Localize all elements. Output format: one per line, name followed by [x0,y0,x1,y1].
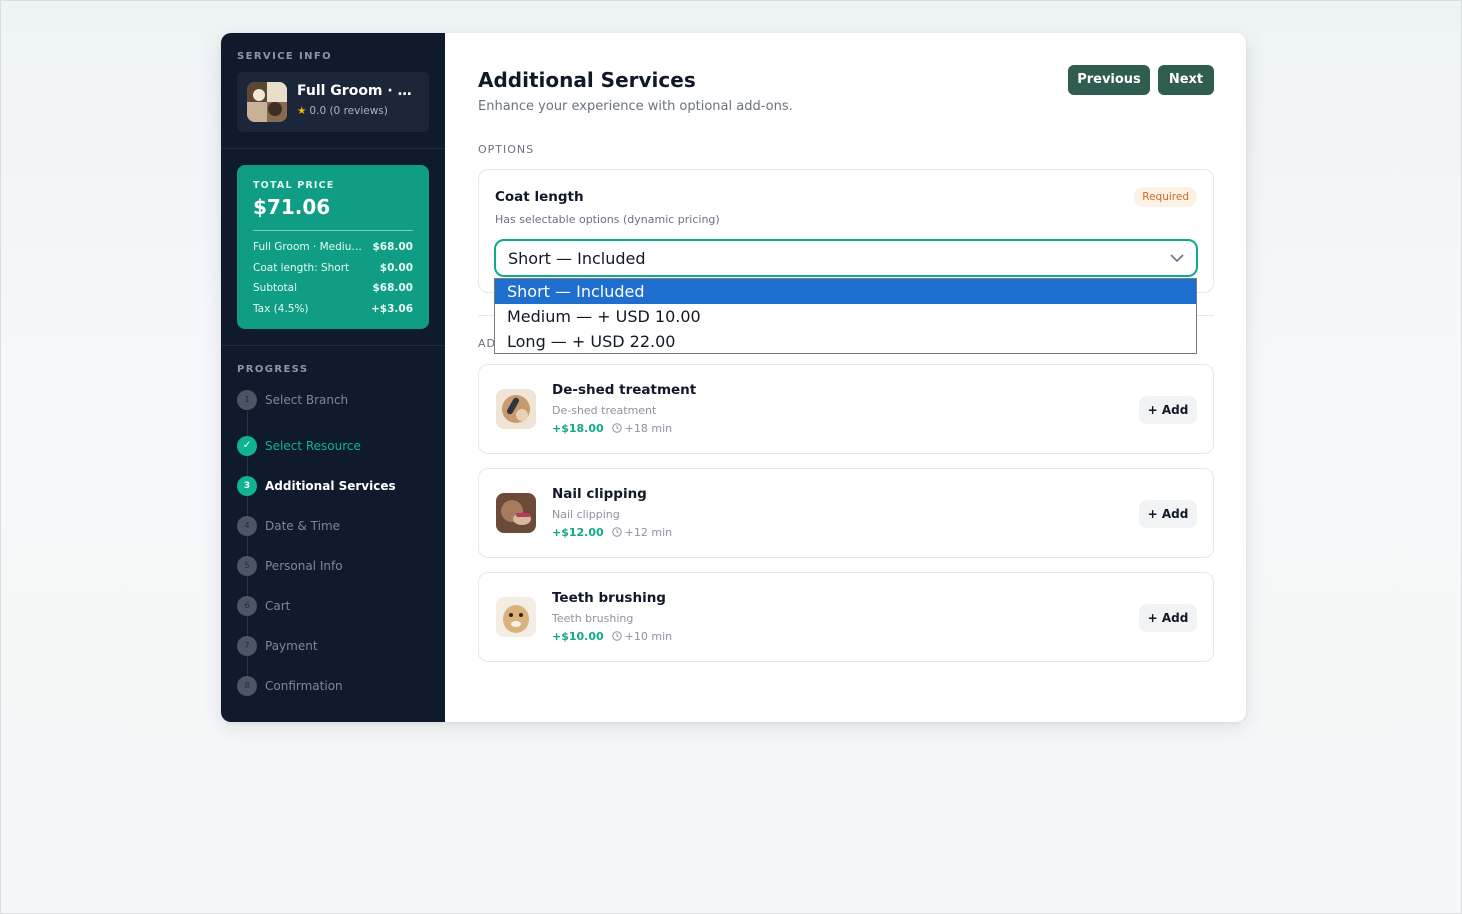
addon-duration: +10 min [624,630,673,643]
step-number: 4 [237,516,257,536]
step-select-resource[interactable]: ✓ Select Resource [237,436,437,456]
coat-length-option: Coat length Has selectable options (dyna… [478,169,1214,293]
step-label: Select Resource [265,439,361,453]
addon-card-teeth-brushing: Teeth brushing Teeth brushing +$10.00 +10… [478,572,1214,662]
addon-thumbnail [496,597,536,637]
step-personal-info[interactable]: 5 Personal Info [237,556,437,576]
add-deshed-button[interactable]: + Add [1139,396,1197,424]
page-title: Additional Services [478,68,696,92]
step-number: 7 [237,636,257,656]
select-value: Short — Included [508,249,646,268]
next-button[interactable]: Next [1158,65,1214,95]
addon-price: +$12.00 [552,526,604,539]
step-select-branch[interactable]: 1 Select Branch [237,390,437,410]
addon-name: Teeth brushing [552,590,666,606]
service-thumbnail [247,82,287,122]
step-number: 8 [237,676,257,696]
step-number: 5 [237,556,257,576]
addon-name: Nail clipping [552,486,647,502]
booking-card: SERVICE INFO Full Groom · Me... ★0.0 (0 … [221,33,1246,722]
price-line-value: $0.00 [379,262,413,274]
addon-thumbnail [496,493,536,533]
price-separator [253,230,413,231]
add-nail-clipping-button[interactable]: + Add [1139,500,1197,528]
step-cart[interactable]: 6 Cart [237,596,437,616]
service-info-label: SERVICE INFO [237,51,333,62]
check-icon: ✓ [237,436,257,456]
step-date-time[interactable]: 4 Date & Time [237,516,437,536]
page-subtitle: Enhance your experience with optional ad… [478,99,793,114]
dropdown-option[interactable]: Short — Included [495,279,1196,304]
step-number: 3 [237,476,257,496]
addon-price: +$18.00 [552,422,604,435]
total-price-value: $71.06 [253,195,331,219]
step-label: Cart [265,599,291,613]
step-label: Additional Services [265,479,396,493]
progress-label: PROGRESS [237,364,309,375]
addon-meta: +$18.00 +18 min [552,422,672,435]
coat-length-select[interactable]: Short — Included [494,239,1198,277]
addon-meta: +$10.00 +10 min [552,630,672,643]
chevron-down-icon [1170,254,1184,263]
service-rating: ★ 0.0 (0 reviews) [297,105,388,117]
step-payment[interactable]: 7 Payment [237,636,437,656]
step-label: Select Branch [265,393,349,407]
addon-price: +$10.00 [552,630,604,643]
total-price-label: TOTAL PRICE [253,180,335,191]
addon-meta: +$12.00 +12 min [552,526,672,539]
service-summary: Full Groom · Me... ★0.0 (0 reviews) [237,72,429,132]
clock-icon [611,423,622,433]
price-line-label: Subtotal [253,282,297,294]
step-label: Personal Info [265,559,343,573]
addon-card-nail-clipping: Nail clipping Nail clipping +$12.00 +12 m… [478,468,1214,558]
step-number: 6 [237,596,257,616]
step-number: 1 [237,390,257,410]
price-line-value: $68.00 [372,282,413,294]
sidebar-divider [221,148,445,149]
step-label: Payment [265,639,318,653]
addon-description: Teeth brushing [552,612,634,625]
star-icon: ★ [297,105,307,117]
dropdown-option[interactable]: Long — + USD 22.00 [495,329,1196,354]
addon-description: De-shed treatment [552,404,657,417]
addon-duration: +18 min [624,422,673,435]
addon-name: De-shed treatment [552,382,697,398]
sidebar-divider [221,345,445,346]
clock-icon [611,527,622,537]
step-confirmation[interactable]: 8 Confirmation [237,676,437,696]
options-section-label: OPTIONS [478,143,535,156]
service-name: Full Groom · Me... [297,83,419,99]
addon-description: Nail clipping [552,508,620,521]
addon-duration: +12 min [624,526,673,539]
price-line-label: Full Groom · Medium ... [253,241,371,253]
total-price-card: TOTAL PRICE $71.06 Full Groom · Medium .… [237,165,429,329]
rating-text: 0.0 (0 reviews) [309,105,388,117]
option-name: Coat length [495,189,584,205]
option-description: Has selectable options (dynamic pricing) [495,213,720,226]
add-teeth-brushing-button[interactable]: + Add [1139,604,1197,632]
price-line-value: +$3.06 [370,303,413,315]
main-panel: Additional Services Enhance your experie… [445,33,1246,722]
step-additional-services[interactable]: 3 Additional Services [237,476,437,496]
dropdown-option[interactable]: Medium — + USD 10.00 [495,304,1196,329]
previous-button[interactable]: Previous [1068,65,1150,95]
required-badge: Required [1134,187,1197,207]
coat-length-dropdown-list: Short — Included Medium — + USD 10.00 Lo… [494,278,1197,354]
sidebar: SERVICE INFO Full Groom · Me... ★0.0 (0 … [221,33,445,722]
addon-thumbnail [496,389,536,429]
price-line-label: Coat length: Short [253,262,350,274]
price-line-label: Tax (4.5%) [253,303,309,315]
step-label: Confirmation [265,679,343,693]
clock-icon [611,631,622,641]
price-line-value: $68.00 [372,241,413,253]
addon-card-deshed: De-shed treatment De-shed treatment +$18… [478,364,1214,454]
step-label: Date & Time [265,519,341,533]
